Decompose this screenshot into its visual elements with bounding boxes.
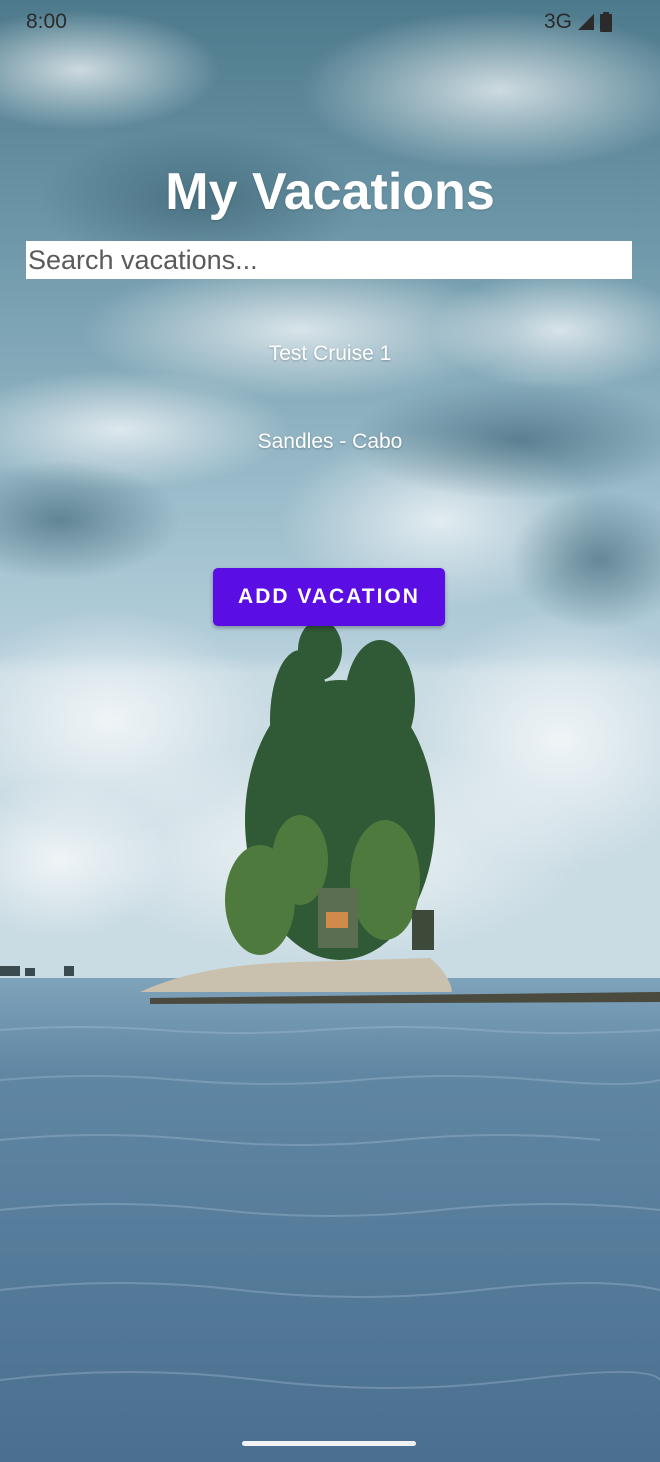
page-title: My Vacations xyxy=(165,163,495,221)
signal-icon xyxy=(578,14,594,30)
battery-icon xyxy=(600,12,612,32)
status-indicators: 3G xyxy=(544,10,612,34)
add-vacation-button[interactable]: ADD VACATION xyxy=(213,568,445,626)
status-time: 8:00 xyxy=(26,10,67,33)
vacation-item[interactable]: Sandles - Cabo xyxy=(0,430,660,454)
app-screen: 8:00 3G My Vacations Test Cruise 1 Sandl… xyxy=(0,0,660,1462)
vacation-item[interactable]: Test Cruise 1 xyxy=(0,342,660,366)
home-indicator[interactable] xyxy=(242,1441,416,1446)
network-type: 3G xyxy=(543,10,572,33)
status-bar: 8:00 3G xyxy=(0,0,660,44)
search-input[interactable] xyxy=(26,241,632,279)
